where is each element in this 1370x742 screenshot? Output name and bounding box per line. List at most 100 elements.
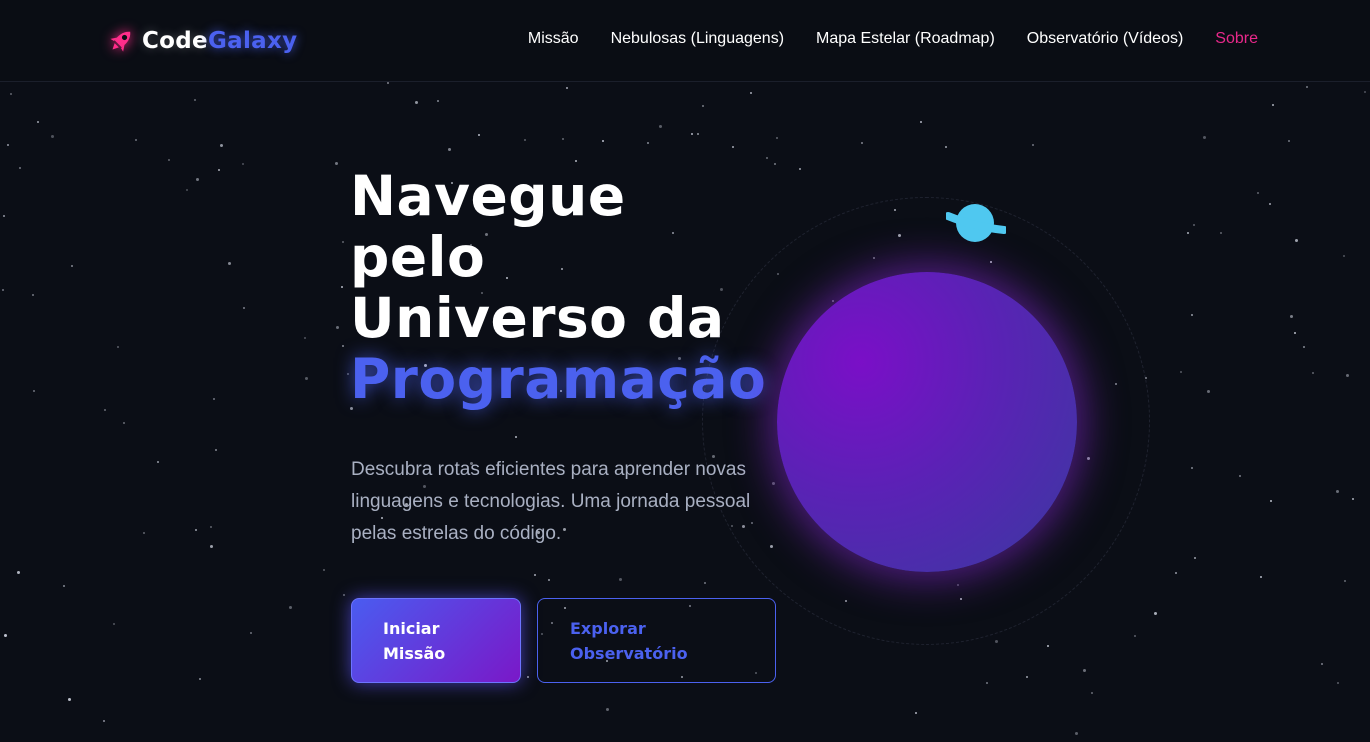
star [157,461,159,463]
star [1180,371,1182,373]
star [199,678,201,680]
star [920,121,922,123]
star [343,594,345,596]
star [104,409,106,411]
star [562,138,564,140]
star [218,169,220,171]
star [1344,580,1346,582]
star [387,82,389,84]
star [1220,232,1222,234]
star [534,574,536,576]
star [1193,224,1195,226]
explore-observatory-label-1: Explorar [570,618,646,638]
star [1203,136,1206,139]
logo-link[interactable]: CodeGalaxy [106,24,297,58]
star [7,144,9,146]
star [194,99,196,101]
star [305,377,308,380]
star [32,294,34,296]
star [1346,374,1349,377]
nav-link-missao[interactable]: Missão [528,30,579,48]
star [168,159,170,161]
star [17,571,20,574]
star [1194,557,1196,559]
nav-link-nebulosas[interactable]: Nebulosas (Linguagens) [611,30,784,48]
nav-link-sobre[interactable]: Sobre [1215,30,1258,48]
star [323,569,325,571]
star [915,712,917,714]
star [548,579,550,581]
star [647,142,649,144]
explore-observatory-button[interactable]: Explorar Observatório [537,598,776,683]
star [1343,255,1345,257]
star [228,262,231,265]
star [861,142,863,144]
logo-text-galaxy: Galaxy [207,28,298,54]
star [1288,140,1290,142]
star [1295,239,1298,242]
star [1083,669,1086,672]
star [103,720,105,722]
start-mission-button[interactable]: Iniciar Missão [351,598,521,683]
hero-title-line-1: Navegue [350,164,626,228]
star [342,345,344,347]
star [1047,645,1049,647]
star [1260,576,1262,578]
star [250,632,252,634]
star [220,144,223,147]
star [1364,91,1366,93]
star [1352,498,1354,500]
star [1270,500,1272,502]
star [37,121,39,123]
star [289,606,292,609]
star [986,682,988,684]
start-mission-label-2: Missão [383,643,446,663]
star [186,189,188,191]
star [33,390,35,392]
star [210,545,213,548]
star [1032,144,1034,146]
star [242,163,244,165]
star [1154,612,1157,615]
star [478,134,480,136]
star [342,241,344,243]
star [195,529,197,531]
nav-links: Missão Nebulosas (Linguagens) Mapa Estel… [528,30,1258,48]
star [1306,86,1308,88]
star [697,133,699,135]
star [1336,490,1339,493]
star [691,133,693,135]
star [1294,332,1296,334]
star [1272,104,1274,106]
star [213,398,215,400]
star [1134,635,1136,637]
star [515,436,517,438]
star [1303,346,1305,348]
hero-title-line-2: pelo [350,225,486,289]
star [335,162,338,165]
hero-title: Navegue pelo Universo da Programação [350,166,766,410]
logo-text-code: Code [142,28,208,54]
star [1091,692,1093,694]
star [945,146,947,148]
planet-illustration [777,272,1077,572]
star [702,105,704,107]
star [10,93,12,95]
hero-title-line-3: Universo da [350,286,725,350]
nav-link-mapa-estelar[interactable]: Mapa Estelar (Roadmap) [816,30,995,48]
star [1075,732,1078,735]
star [135,139,137,141]
star [776,137,778,139]
star [347,373,349,375]
star [304,337,306,339]
star [602,140,604,142]
star [51,135,54,138]
nav-link-observatorio[interactable]: Observatório (Vídeos) [1027,30,1184,48]
star [774,163,776,165]
star [117,346,119,348]
page: CodeGalaxy Missão Nebulosas (Linguagens)… [0,0,1370,742]
star [1187,232,1189,234]
star [1321,663,1323,665]
star [243,307,245,309]
star [336,326,339,329]
